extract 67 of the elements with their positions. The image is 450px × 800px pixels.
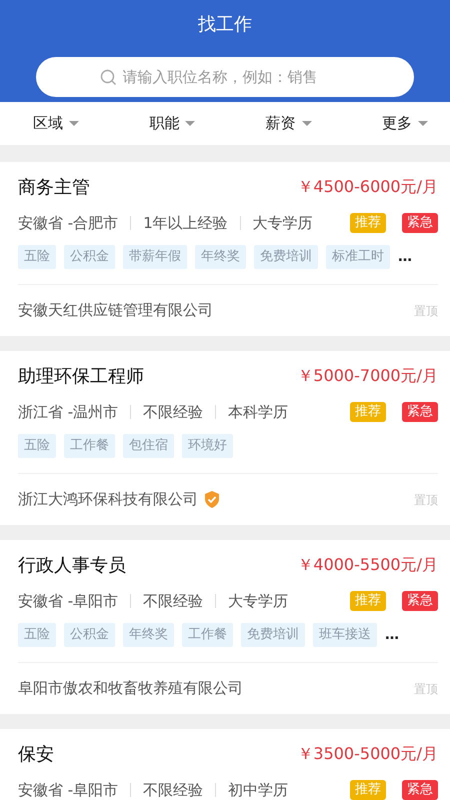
benefit-tag: 班车接送 [313, 623, 377, 647]
job-meta: 不限经验 [143, 590, 204, 612]
job-title: 商务主管 [18, 176, 90, 200]
more-mark: … [385, 626, 399, 644]
caret-icon [185, 121, 196, 126]
job-card[interactable]: 行政人事专员 ￥4000-5500元/月 安徽省 -阜阳市 不限经验 大专学历 推荐 紧急 五险 公积金 年终奖 工作餐 免费培训 班车接送 … 阜阳市傲农和牧畜牧养殖有限公司 置顶 [0, 540, 450, 714]
benefit-tag: 标准工时 [326, 245, 390, 269]
company-name: 阜阳市傲农和牧畜牧养殖有限公司 [18, 678, 243, 700]
page-title: 找工作 [197, 13, 253, 37]
job-meta: 不限经验 [143, 780, 204, 800]
urgent-badge: 紧急 [402, 591, 438, 611]
search-field[interactable]: 请输入职位名称，例如：销售 [36, 57, 414, 97]
benefit-tag: 包住宿 [123, 434, 174, 458]
job-card[interactable]: 商务主管 ￥4500-6000元/月 安徽省 -合肥市 1年以上经验 大专学历 推荐 紧急 五险 公积金 带薪年假 年终奖 免费培训 标准工时 … 安徽天红供应链管理有限公司 置顶 [0, 162, 450, 336]
urgent-badge: 紧急 [402, 213, 438, 233]
pin-to-top-label: 置顶 [414, 680, 438, 698]
benefit-tag: 免费培训 [241, 623, 305, 647]
filter-dropdown[interactable]: 更多 [382, 112, 428, 135]
benefit-tag: 公积金 [64, 245, 115, 269]
job-card[interactable]: 助理环保工程师 ￥5000-7000元/月 浙江省 -温州市 不限经验 本科学历 推荐 紧急 五险 工作餐 包住宿 环境好 浙江大鸿环保科技有限公司 置顶 [0, 351, 450, 525]
recommend-badge: 推荐 [350, 591, 386, 611]
more-mark: … [398, 248, 412, 266]
filter-dropdown[interactable]: 区域 [33, 112, 79, 135]
salary: ￥4000-5500元/月 [297, 554, 438, 576]
benefit-tag: 五险 [18, 434, 56, 458]
job-meta: 本科学历 [228, 402, 288, 423]
job-meta: 不限经验 [143, 402, 204, 423]
job-card[interactable]: 保安 ￥3500-5000元/月 安徽省 -阜阳市 不限经验 初中学历 推荐 紧急 [0, 729, 450, 800]
job-meta: 大专学历 [252, 212, 313, 234]
benefit-tag: 五险 [18, 623, 56, 647]
job-meta: 大专学历 [228, 590, 288, 612]
benefit-tag: 带薪年假 [123, 245, 187, 269]
benefit-tag: 环境好 [182, 434, 233, 458]
job-title: 助理环保工程师 [18, 364, 144, 388]
recommend-badge: 推荐 [350, 213, 386, 233]
job-meta: 浙江省 -温州市 [18, 402, 118, 423]
company-name: 安徽天红供应链管理有限公司 [18, 300, 213, 322]
job-title: 保安 [18, 742, 54, 766]
salary: ￥3500-5000元/月 [297, 743, 438, 765]
recommend-badge: 推荐 [350, 402, 386, 422]
filter-dropdown[interactable]: 薪资 [266, 112, 312, 135]
benefit-tag: 工作餐 [64, 434, 115, 458]
recommend-badge: 推荐 [350, 780, 386, 800]
benefit-tag: 工作餐 [182, 623, 233, 647]
urgent-badge: 紧急 [402, 402, 438, 422]
pin-to-top-label: 置顶 [414, 492, 438, 508]
search-icon [100, 68, 116, 86]
caret-icon [302, 121, 312, 126]
caret-icon [418, 121, 428, 126]
job-meta: 1年以上经验 [143, 212, 228, 234]
benefit-tag: 年终奖 [195, 245, 246, 269]
caret-icon [69, 121, 79, 126]
benefit-tag: 免费培训 [254, 245, 318, 269]
company-name: 浙江大鸿环保科技有限公司 [18, 489, 198, 510]
benefit-tag: 公积金 [64, 623, 115, 647]
salary: ￥5000-7000元/月 [297, 365, 438, 387]
job-meta: 安徽省 -阜阳市 [18, 780, 118, 800]
job-meta: 安徽省 -合肥市 [18, 212, 118, 234]
pin-to-top-label: 置顶 [414, 302, 438, 320]
job-meta: 安徽省 -阜阳市 [18, 590, 118, 612]
urgent-badge: 紧急 [402, 780, 438, 800]
salary: ￥4500-6000元/月 [297, 176, 438, 198]
job-title: 行政人事专员 [18, 554, 126, 578]
benefit-tag: 五险 [18, 245, 56, 269]
job-meta: 初中学历 [228, 780, 288, 800]
filter-dropdown[interactable]: 职能 [149, 112, 196, 135]
benefit-tag: 年终奖 [123, 623, 174, 647]
